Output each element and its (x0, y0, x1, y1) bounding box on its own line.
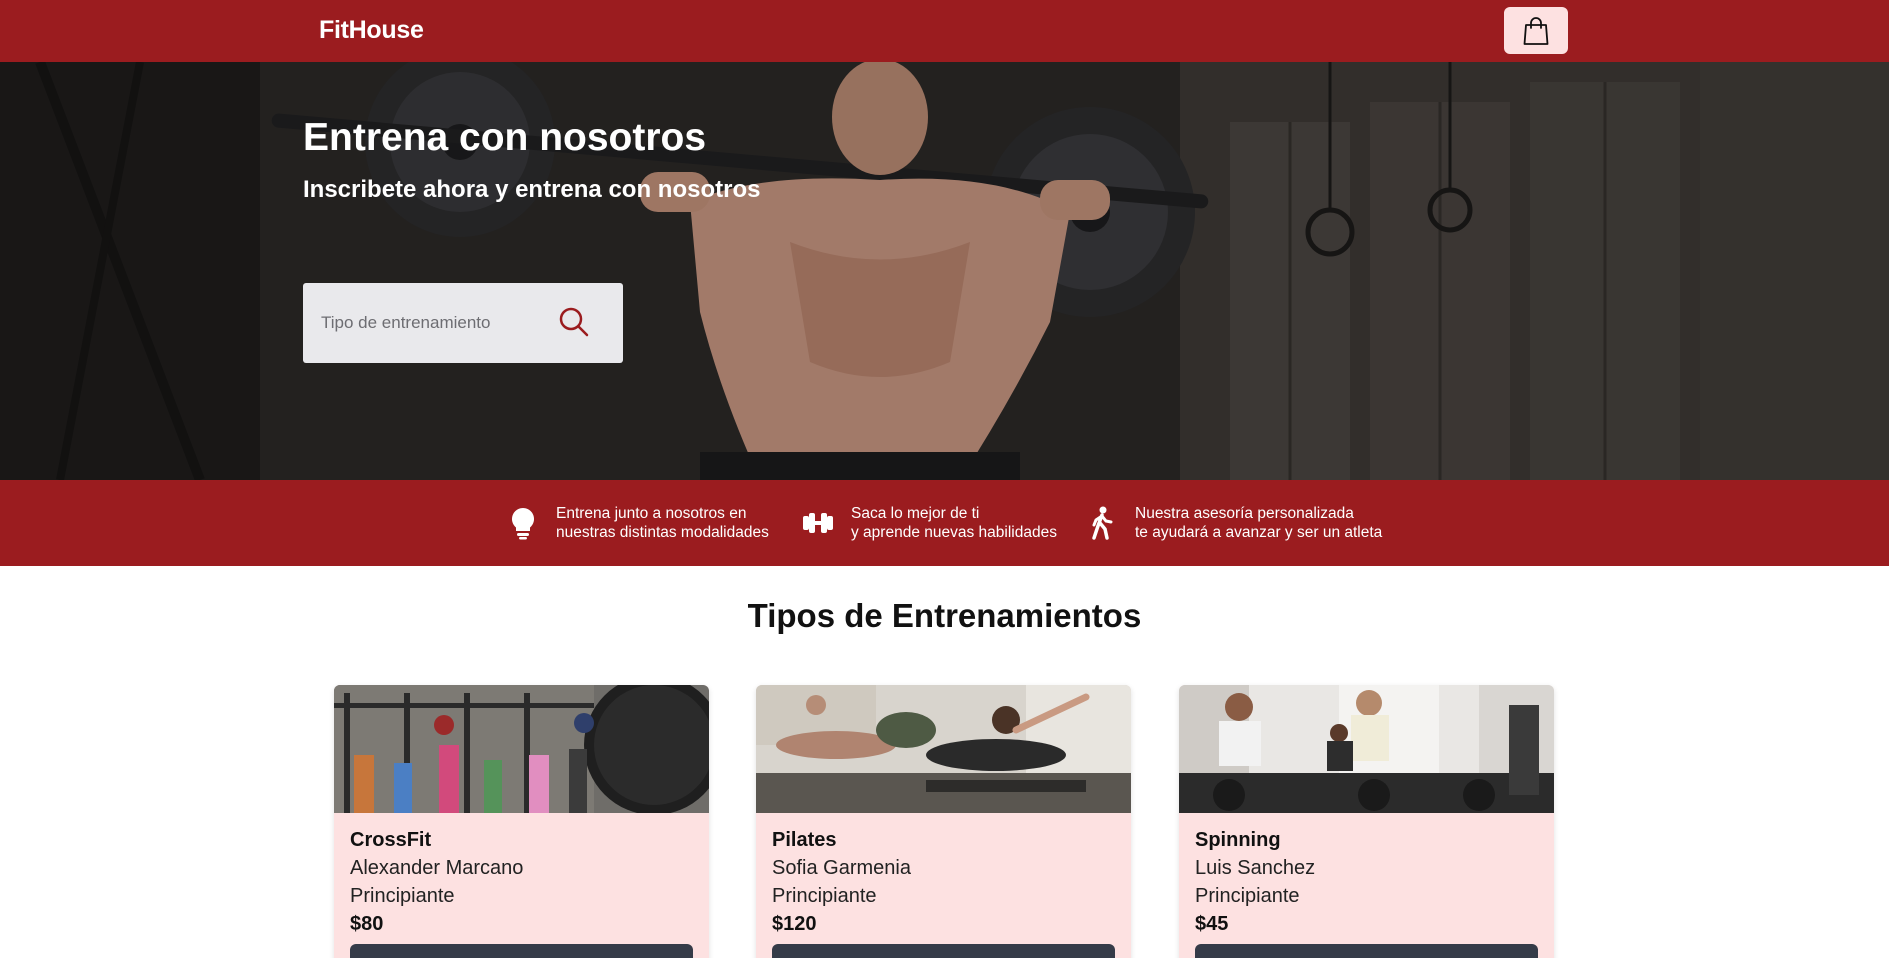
card-price: $80 (350, 913, 384, 935)
feature-text: Nuestra asesoría personalizada te ayudar… (1135, 504, 1382, 542)
training-card-crossfit[interactable]: CrossFit Alexander Marcano Principiante … (334, 685, 709, 958)
card-action-button[interactable] (1195, 944, 1538, 958)
card-action-button[interactable] (350, 944, 693, 958)
section-title: Tipos de Entrenamientos (747, 597, 1142, 634)
card-coach: Alexander Marcano (350, 857, 524, 879)
feature-line: Saca lo mejor de ti (851, 505, 980, 522)
card-price: $45 (1195, 913, 1229, 935)
cart-button[interactable] (1504, 7, 1568, 54)
navbar: FitHouse (0, 0, 1889, 62)
feature-item: Entrena junto a nosotros en nuestras dis… (506, 480, 769, 566)
search-input[interactable] (321, 305, 541, 341)
card-body: Pilates Sofia Garmenia Principiante $120 (756, 813, 1131, 958)
card-coach: Sofia Garmenia (772, 857, 911, 879)
hero-overlay (0, 62, 1889, 480)
shopping-bag-icon (1523, 16, 1549, 45)
card-image (334, 685, 709, 813)
card-image (756, 685, 1131, 813)
feature-line: nuestras distintas modalidades (556, 524, 769, 541)
brand-logo[interactable]: FitHouse (319, 16, 424, 45)
hero-banner (0, 62, 1889, 480)
search-button[interactable] (555, 303, 593, 341)
feature-line: Nuestra asesoría personalizada (1135, 505, 1354, 522)
feature-line: te ayudará a avanzar y ser un atleta (1135, 524, 1383, 541)
feature-item: Saca lo mejor de ti y aprende nuevas hab… (801, 480, 1057, 566)
card-body: Spinning Luis Sanchez Principiante $45 (1179, 813, 1554, 958)
card-level: Principiante (1195, 885, 1300, 907)
dumbbell-icon (801, 503, 835, 543)
training-card-pilates[interactable]: Pilates Sofia Garmenia Principiante $120 (756, 685, 1131, 958)
card-image (1179, 685, 1554, 813)
card-price: $120 (772, 913, 817, 935)
card-coach: Luis Sanchez (1195, 857, 1316, 879)
feature-item: Nuestra asesoría personalizada te ayudar… (1085, 480, 1382, 566)
hero-subtitle: Inscribete ahora y entrena con nosotros (303, 176, 761, 203)
training-card-spinning[interactable]: Spinning Luis Sanchez Principiante $45 (1179, 685, 1554, 958)
lightbulb-icon (506, 503, 540, 543)
feature-text: Saca lo mejor de ti y aprende nuevas hab… (851, 504, 1057, 542)
card-title: CrossFit (350, 829, 432, 851)
card-action-button[interactable] (772, 944, 1115, 958)
card-level: Principiante (772, 885, 877, 907)
feature-text: Entrena junto a nosotros en nuestras dis… (556, 504, 769, 542)
hero-title: Entrena con nosotros (303, 116, 707, 159)
card-title: Pilates (772, 829, 837, 851)
feature-line: Entrena junto a nosotros en (556, 505, 747, 522)
feature-line: y aprende nuevas habilidades (851, 524, 1057, 541)
walking-person-icon (1085, 503, 1119, 543)
features-strip: Entrena junto a nosotros en nuestras dis… (0, 480, 1889, 566)
card-title: Spinning (1195, 829, 1281, 851)
card-body: CrossFit Alexander Marcano Principiante … (334, 813, 709, 958)
card-level: Principiante (350, 885, 455, 907)
search-icon (559, 307, 589, 337)
